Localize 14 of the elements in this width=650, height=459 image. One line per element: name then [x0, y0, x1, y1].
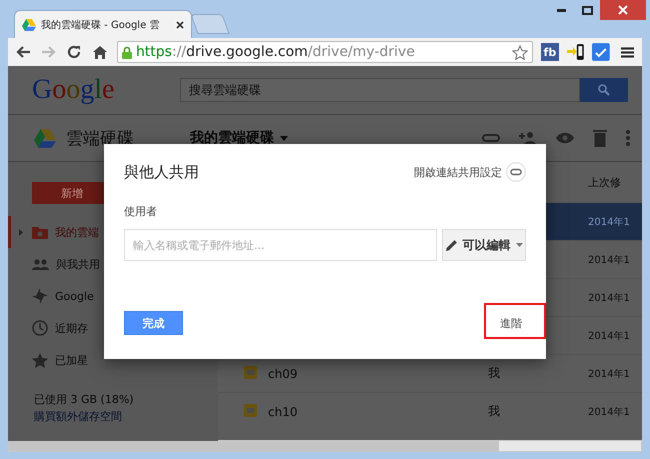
file-name: ch09	[268, 366, 298, 380]
people-label: 使用者	[124, 204, 158, 219]
file-owner: 我	[488, 366, 500, 380]
dialog-title: 與他人共用	[124, 162, 199, 182]
modified-date: 2014年1	[588, 216, 631, 228]
file-name: ch10	[268, 404, 298, 418]
file-owner: 我	[488, 404, 500, 418]
google-logo: Google	[32, 74, 116, 106]
modified-date: 2014年1	[588, 254, 631, 266]
modified-date: 2014年1	[588, 330, 631, 342]
storage-usage: 已使用 3 GB (18%)	[34, 393, 134, 406]
modified-date: 2014年1	[588, 292, 631, 304]
modified-date: 2014年1	[588, 406, 631, 418]
modified-date: 2014年1	[588, 368, 631, 380]
